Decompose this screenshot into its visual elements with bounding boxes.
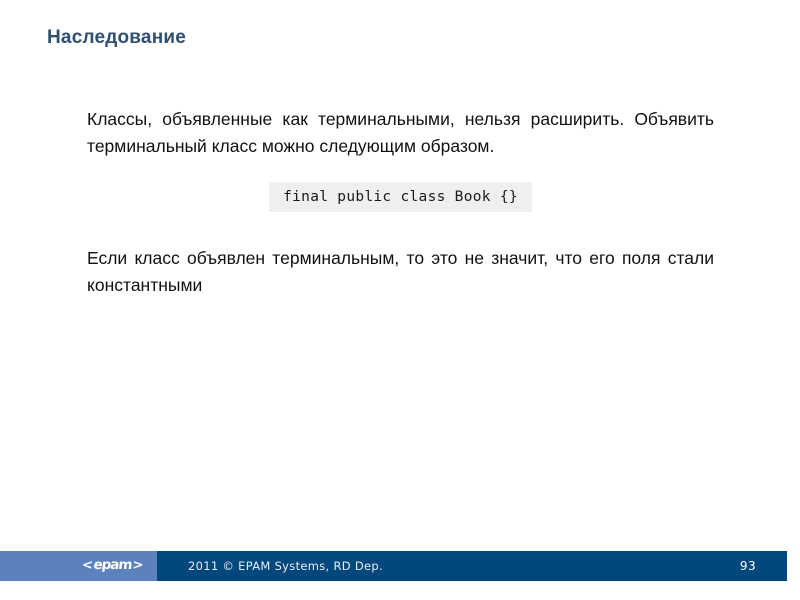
slide-canvas: Наследование Классы, объявленные как тер… [0, 0, 800, 600]
logo-close-bracket: > [131, 558, 144, 574]
logo-wordmark: epam [92, 557, 133, 574]
page-title: Наследование [47, 27, 187, 48]
code-snippet-container: final public class Book {} [87, 182, 714, 212]
slide-footer: < epam > 2011 © EPAM Systems, RD Dep. 93 [0, 551, 787, 581]
footer-logo-panel: < epam > [0, 551, 157, 581]
copyright-text: 2011 © EPAM Systems, RD Dep. [188, 559, 383, 573]
paragraph-note: Если класс объявлен терминальным, то это… [87, 248, 714, 295]
slide-content: Классы, объявленные как терминальными, н… [87, 106, 714, 299]
page-number: 93 [739, 559, 756, 573]
epam-logo-icon: < epam > [81, 557, 144, 574]
code-snippet: final public class Book {} [269, 182, 532, 212]
paragraph-intro: Классы, объявленные как терминальными, н… [87, 109, 714, 156]
footer-info-panel: 2011 © EPAM Systems, RD Dep. 93 [157, 551, 787, 581]
